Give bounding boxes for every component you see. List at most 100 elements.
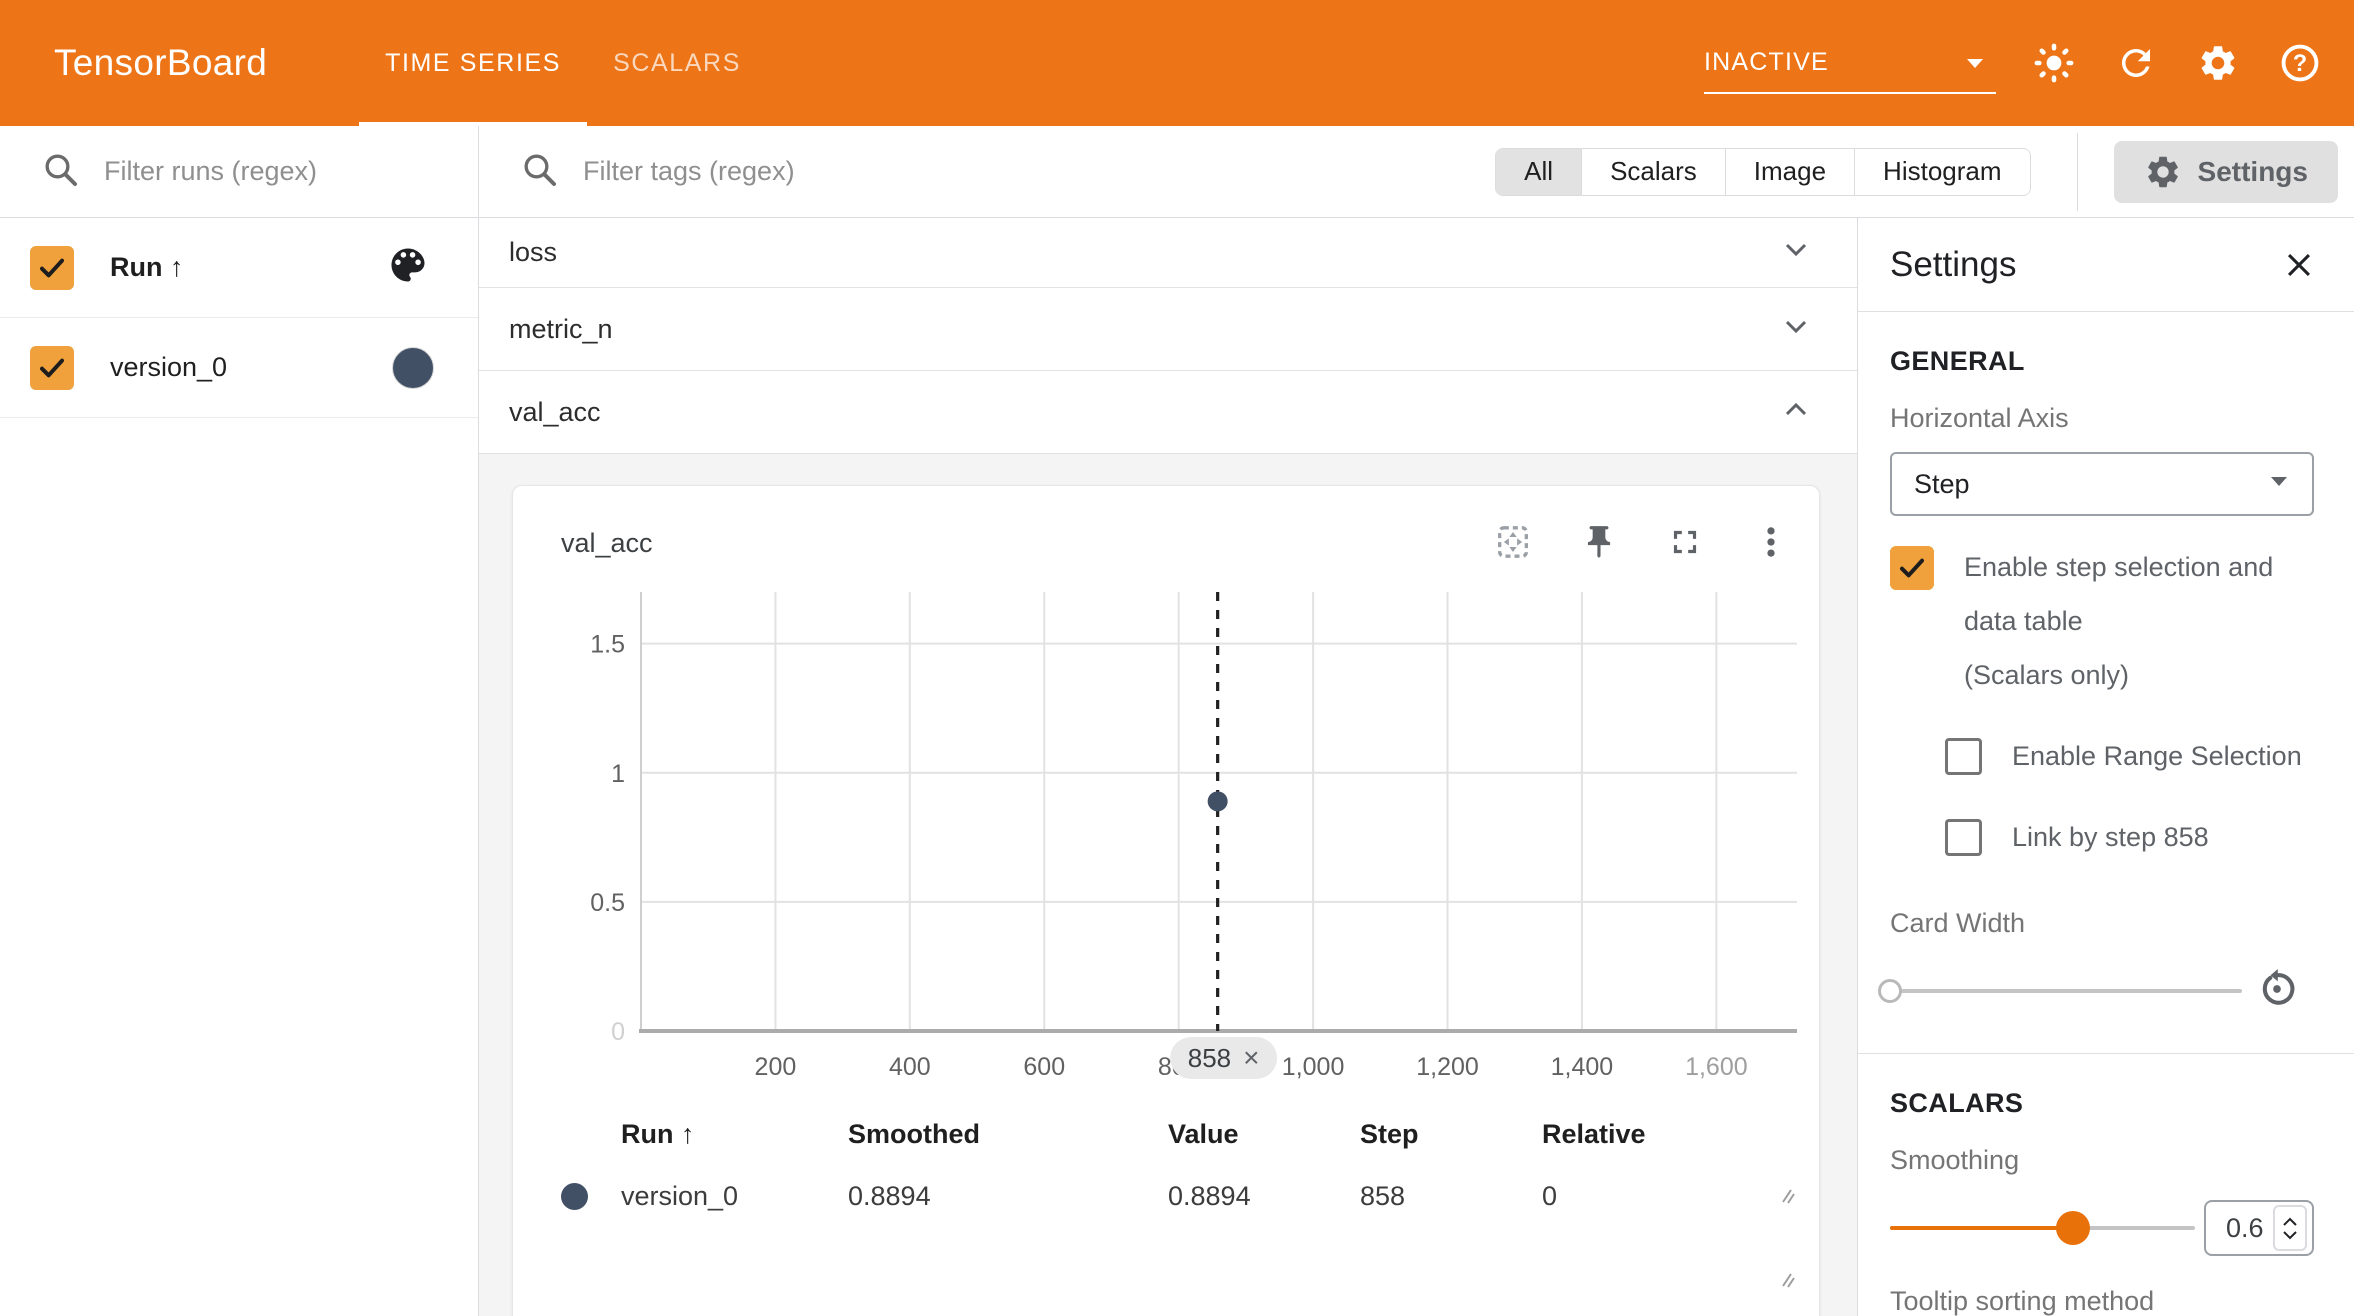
runs-header-row: Run ↑ [0,218,478,318]
chevron-down-icon [1779,316,1813,343]
scalar-chart-card: val_acc [512,485,1820,1316]
card-width-label: Card Width [1890,908,2314,939]
chart-title: val_acc [561,528,653,559]
filter-runs-placeholder: Filter runs (regex) [104,156,317,187]
slider-thumb[interactable] [2056,1211,2090,1245]
section-val-acc[interactable]: val_acc [479,371,1857,454]
close-icon[interactable] [2282,248,2316,282]
card-width-slider-row [1890,971,2314,1011]
link-step-checkbox[interactable] [1945,819,1982,856]
gear-icon [2144,153,2182,191]
horizontal-axis-label: Horizontal Axis [1890,403,2314,434]
filter-histogram-button[interactable]: Histogram [1854,149,2029,195]
step-selection-checkbox-row[interactable]: Enable step selection and data table (Sc… [1890,546,2314,702]
section-loss[interactable]: loss [479,218,1857,288]
link-step-checkbox-row[interactable]: Link by step 858 [1945,819,2314,856]
app-logo: TensorBoard [54,42,267,84]
panel-divider [1858,1053,2354,1054]
slider-thumb[interactable] [1878,979,1902,1003]
section-metric-n[interactable]: metric_n [479,288,1857,371]
run-color-swatch [561,1183,588,1210]
range-selection-checkbox-row[interactable]: Enable Range Selection [1945,738,2314,775]
section-val-acc-body: val_acc [479,454,1857,1316]
svg-text:1.5: 1.5 [590,631,625,659]
chevron-up-icon [1779,399,1813,426]
search-icon [40,149,80,194]
smoothing-slider-row: 0.6 [1890,1208,2314,1248]
settings-panel: Settings GENERAL Horizontal Axis Step [1857,218,2354,1316]
smoothing-input[interactable]: 0.6 [2204,1200,2314,1256]
cell-relative: 0 [1542,1168,1751,1224]
toolbar-divider [2077,133,2078,211]
brightness-icon[interactable] [2030,39,2078,87]
svg-text:400: 400 [889,1053,931,1081]
chevron-down-icon [1779,239,1813,266]
reset-card-width-icon[interactable] [2254,966,2300,1017]
filter-image-button[interactable]: Image [1725,149,1854,195]
pin-icon[interactable] [1579,522,1619,562]
help-icon[interactable]: ? [2276,39,2324,87]
chevron-down-icon [2268,475,2290,493]
svg-text:?: ? [2293,51,2307,77]
chart-canvas: 00.511.52004006008001,0001,2001,4001,600 [543,586,1803,1106]
col-header-value[interactable]: Value [1168,1108,1360,1160]
select-all-runs-checkbox[interactable] [30,246,74,290]
svg-text:1,400: 1,400 [1551,1053,1614,1081]
palette-icon[interactable] [386,243,430,292]
stepper-buttons[interactable] [2273,1205,2307,1251]
scalars-section-heading: SCALARS [1890,1088,2314,1119]
svg-text:1,600: 1,600 [1685,1053,1748,1081]
svg-text:1,000: 1,000 [1282,1053,1345,1081]
col-header-smoothed[interactable]: Smoothed [848,1108,1168,1160]
table-row-swatch-cell [561,1168,621,1224]
svg-text:0: 0 [611,1018,625,1046]
filter-scalars-button[interactable]: Scalars [1581,149,1725,195]
cell-step: 858 [1360,1168,1542,1224]
step-data-table: Run ↑ Smoothed Value Step Relative versi… [561,1108,1751,1224]
runs-sidebar: Filter runs (regex) Run ↑ version_0 [0,126,479,1316]
gear-icon[interactable] [2194,39,2242,87]
svg-text:1: 1 [611,760,625,788]
selected-step-chip[interactable]: 858 × [1170,1037,1278,1079]
card-resize-handle[interactable] [1775,1268,1801,1299]
fullscreen-icon[interactable] [1665,522,1705,562]
col-header-run[interactable]: Run ↑ [621,1108,848,1160]
horizontal-axis-select[interactable]: Step [1890,452,2314,516]
range-selection-checkbox[interactable] [1945,738,1982,775]
more-options-icon[interactable] [1751,522,1791,562]
cell-smoothed: 0.8894 [848,1168,1168,1224]
svg-text:600: 600 [1023,1053,1065,1081]
col-header-relative[interactable]: Relative [1542,1108,1751,1160]
tab-scalars[interactable]: SCALARS [587,0,767,126]
svg-text:200: 200 [755,1053,797,1081]
scalar-chart[interactable]: 00.511.52004006008001,0001,2001,4001,600… [543,586,1803,1106]
tags-main-area: loss metric_n val_acc [479,218,1857,1316]
experiment-status-select[interactable]: INACTIVE [1704,32,1996,94]
tags-toolbar: Filter tags (regex) All Scalars Image Hi… [479,126,2354,218]
step-selection-checkbox[interactable] [1890,546,1934,590]
run-checkbox[interactable] [30,346,74,390]
filter-tags-placeholder[interactable]: Filter tags (regex) [583,156,795,187]
cell-run: version_0 [621,1168,848,1224]
filter-all-button[interactable]: All [1496,149,1581,195]
tab-time-series[interactable]: TIME SERIES [359,0,587,126]
settings-button[interactable]: Settings [2114,141,2338,203]
chart-resize-handle[interactable] [1775,1184,1801,1215]
runs-column-header[interactable]: Run ↑ [110,252,184,283]
svg-text:1,200: 1,200 [1416,1053,1479,1081]
fit-to-data-icon[interactable] [1493,522,1533,562]
smoothing-slider[interactable] [1890,1226,2195,1230]
remove-step-icon[interactable]: × [1243,1042,1259,1074]
run-color-swatch[interactable] [392,347,434,389]
smoothing-label: Smoothing [1890,1145,2314,1176]
app-header: TensorBoard TIME SERIES SCALARS INACTIVE [0,0,2354,126]
general-section-heading: GENERAL [1890,346,2314,377]
card-width-slider[interactable] [1890,989,2242,993]
filter-runs-field[interactable]: Filter runs (regex) [0,126,478,218]
run-row-version-0[interactable]: version_0 [0,318,478,418]
chevron-down-icon [1964,48,1986,77]
col-header-step[interactable]: Step [1360,1108,1542,1160]
svg-text:0.5: 0.5 [590,889,625,917]
search-icon [519,149,559,194]
refresh-icon[interactable] [2112,39,2160,87]
